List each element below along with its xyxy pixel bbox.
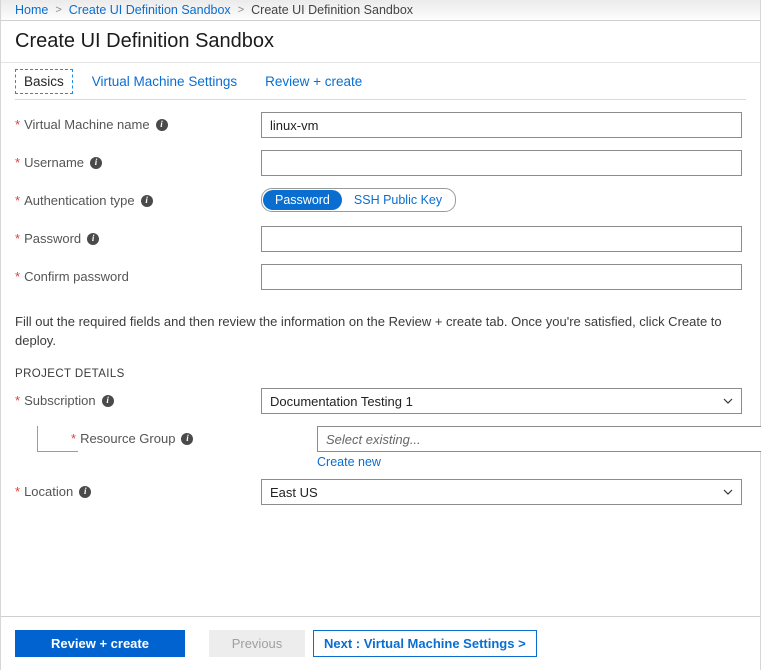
field-row-confirm-password: * Confirm password <box>15 264 746 294</box>
subscription-dropdown[interactable]: Documentation Testing 1 <box>261 388 742 414</box>
footer-action-bar: Review + create Previous Next : Virtual … <box>1 616 760 670</box>
next-button[interactable]: Next : Virtual Machine Settings > <box>313 630 537 657</box>
location-value: East US <box>270 484 318 500</box>
username-label-text: Username <box>24 155 85 170</box>
required-asterisk: * <box>15 269 21 284</box>
required-asterisk: * <box>15 393 21 408</box>
vm-name-label: * Virtual Machine name i <box>15 112 261 132</box>
authentication-type-control: Password SSH Public Key <box>261 188 746 212</box>
resource-group-control: Select existing... Create new <box>317 426 761 469</box>
subscription-value: Documentation Testing 1 <box>270 393 413 409</box>
info-icon[interactable]: i <box>87 232 100 245</box>
location-dropdown[interactable]: East US <box>261 479 742 505</box>
password-control <box>261 226 746 252</box>
basics-form: * Virtual Machine name i * Username i * <box>1 100 760 294</box>
project-details-form: * Subscription i Documentation Testing 1… <box>1 388 761 509</box>
field-row-username: * Username i <box>15 150 746 180</box>
confirm-password-input[interactable] <box>261 264 742 290</box>
authentication-type-label: * Authentication type i <box>15 188 261 208</box>
page-title: Create UI Definition Sandbox <box>15 30 275 52</box>
required-asterisk: * <box>15 155 21 170</box>
nesting-connector-line <box>37 426 78 452</box>
field-row-location: * Location i East US <box>15 479 746 509</box>
authentication-type-toggle: Password SSH Public Key <box>261 188 457 212</box>
info-icon[interactable]: i <box>181 432 194 445</box>
breadcrumb-separator-icon: > <box>237 4 245 16</box>
breadcrumb-item-home[interactable]: Home <box>15 3 48 17</box>
info-icon[interactable]: i <box>155 118 168 131</box>
username-input[interactable] <box>261 150 742 176</box>
previous-button: Previous <box>209 630 305 657</box>
info-icon[interactable]: i <box>79 485 92 498</box>
username-label: * Username i <box>15 150 261 170</box>
subscription-label: * Subscription i <box>15 388 261 408</box>
info-icon[interactable]: i <box>101 394 114 407</box>
resource-group-label: * Resource Group i <box>15 426 317 452</box>
breadcrumb: Home > Create UI Definition Sandbox > Cr… <box>1 0 760 21</box>
tab-virtual-machine-settings[interactable]: Virtual Machine Settings <box>83 69 246 94</box>
location-control: East US <box>261 479 746 505</box>
breadcrumb-item-current: Create UI Definition Sandbox <box>251 3 414 17</box>
location-label-text: Location <box>24 484 74 499</box>
resource-group-dropdown[interactable]: Select existing... <box>317 426 761 452</box>
password-input[interactable] <box>261 226 742 252</box>
subscription-label-text: Subscription <box>24 393 96 408</box>
toggle-option-ssh-public-key[interactable]: SSH Public Key <box>342 190 455 210</box>
field-row-password: * Password i <box>15 226 746 256</box>
section-heading-project-details: PROJECT DETAILS <box>15 368 125 380</box>
authentication-type-label-text: Authentication type <box>24 193 135 208</box>
field-row-subscription: * Subscription i Documentation Testing 1 <box>15 388 746 418</box>
chevron-down-icon <box>723 487 733 497</box>
tab-basics[interactable]: Basics <box>15 69 73 94</box>
password-label: * Password i <box>15 226 261 246</box>
review-create-button[interactable]: Review + create <box>15 630 185 657</box>
resource-group-value: Select existing... <box>326 431 421 447</box>
field-row-vm-name: * Virtual Machine name i <box>15 112 746 142</box>
chevron-down-icon <box>723 396 733 406</box>
breadcrumb-item-sandbox[interactable]: Create UI Definition Sandbox <box>69 3 231 17</box>
helper-text: Fill out the required fields and then re… <box>15 314 722 348</box>
info-icon[interactable]: i <box>90 156 103 169</box>
vm-name-control <box>261 112 746 138</box>
required-asterisk: * <box>15 193 21 208</box>
field-row-authentication-type: * Authentication type i Password SSH Pub… <box>15 188 746 218</box>
confirm-password-label-text: Confirm password <box>24 269 129 284</box>
vm-name-label-text: Virtual Machine name <box>24 117 150 132</box>
field-row-resource-group: * Resource Group i Select existing... Cr… <box>15 426 761 469</box>
tab-review-create[interactable]: Review + create <box>256 69 371 94</box>
breadcrumb-separator-icon: > <box>55 4 62 16</box>
portal-blade: Home > Create UI Definition Sandbox > Cr… <box>0 0 761 670</box>
tab-virtual-machine-settings-label: Virtual Machine Settings <box>91 74 238 89</box>
title-bar: Create UI Definition Sandbox <box>1 21 760 63</box>
required-asterisk: * <box>15 231 21 246</box>
location-label: * Location i <box>15 479 261 499</box>
tab-review-create-label: Review + create <box>265 74 363 89</box>
required-asterisk: * <box>15 117 21 132</box>
create-new-resource-group-link[interactable]: Create new <box>317 455 381 469</box>
password-label-text: Password <box>24 231 82 246</box>
tab-basics-label: Basics <box>24 74 64 89</box>
confirm-password-control <box>261 264 746 290</box>
required-asterisk: * <box>15 484 21 499</box>
confirm-password-label: * Confirm password <box>15 264 261 284</box>
tab-bar: Basics Virtual Machine Settings Review +… <box>1 63 760 100</box>
username-control <box>261 150 746 176</box>
resource-group-label-text: Resource Group <box>80 431 176 446</box>
info-icon[interactable]: i <box>140 194 153 207</box>
toggle-option-password[interactable]: Password <box>263 190 342 210</box>
subscription-control: Documentation Testing 1 <box>261 388 746 414</box>
vm-name-input[interactable] <box>261 112 742 138</box>
